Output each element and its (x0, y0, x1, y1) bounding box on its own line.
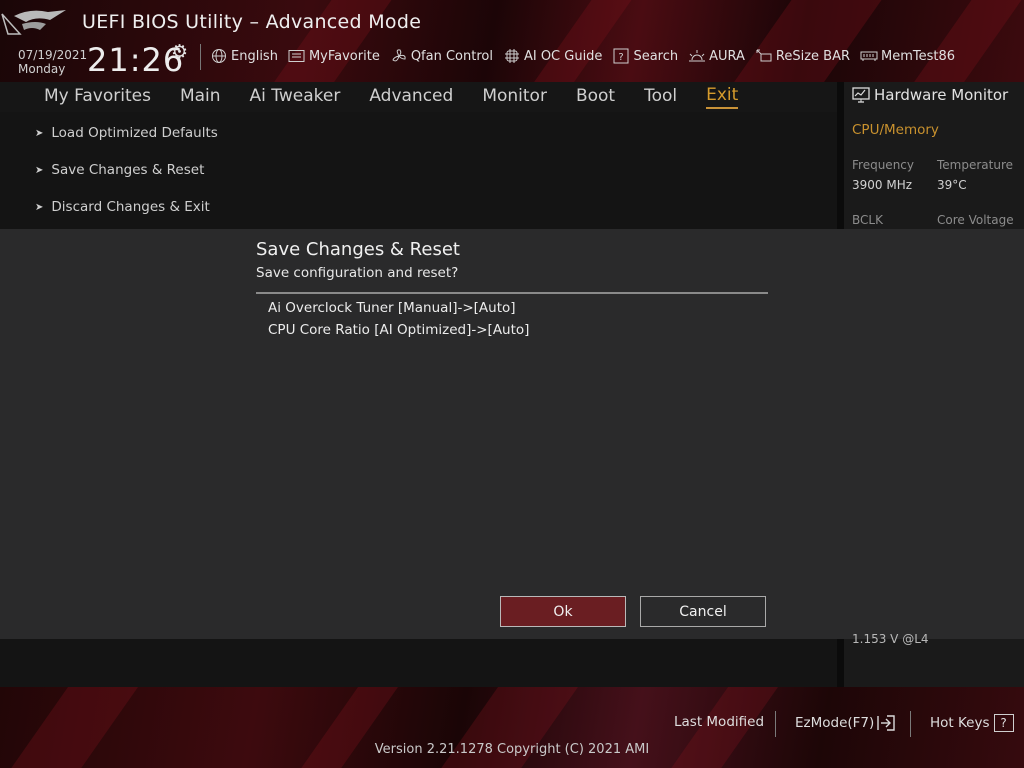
resize-bar-label: ReSize BAR (775, 48, 851, 64)
divider (910, 711, 911, 737)
temperature-value: 39°C (937, 178, 967, 192)
dialog-subtitle: Save configuration and reset? (256, 265, 459, 281)
search-help-icon: ? (612, 48, 630, 64)
memtest-icon (860, 48, 878, 64)
clock-display[interactable]: 21:26 (87, 41, 184, 79)
change-item: CPU Core Ratio [AI Optimized]->[Auto] (268, 322, 530, 338)
dialog-title: Save Changes & Reset (256, 239, 460, 260)
divider (775, 711, 776, 737)
gear-icon[interactable]: ⚙ (171, 41, 188, 63)
chevron-right-icon: ➤ (35, 164, 44, 176)
aura-button[interactable]: AURA (688, 48, 745, 64)
chevron-right-icon: ➤ (35, 127, 44, 139)
resize-bar-icon (755, 48, 773, 64)
ai-oc-guide-label: AI OC Guide (523, 48, 603, 64)
frequency-value: 3900 MHz (852, 178, 913, 192)
menu-item-save-changes-reset[interactable]: ➤ Save Changes & Reset (35, 162, 204, 178)
hot-keys-button[interactable]: Hot Keys ? (930, 714, 1014, 732)
app-title: UEFI BIOS Utility – Advanced Mode (82, 11, 422, 33)
tab-advanced[interactable]: Advanced (369, 86, 453, 108)
search-label: Search (633, 48, 679, 64)
memtest-label: MemTest86 (881, 48, 956, 64)
top-toolbar: English MyFavorite Qfan Control AI OC Gu… (210, 46, 965, 66)
memtest-button[interactable]: MemTest86 (860, 48, 955, 64)
menu-item-label: Discard Changes & Exit (51, 199, 210, 215)
search-button[interactable]: ? Search (612, 48, 678, 64)
hardware-monitor-title: Hardware Monitor (852, 86, 1008, 104)
menu-item-label: Save Changes & Reset (51, 162, 205, 178)
tab-my-favorites[interactable]: My Favorites (44, 86, 151, 108)
date-display: 07/19/2021 (18, 48, 88, 62)
resize-bar-button[interactable]: ReSize BAR (755, 48, 850, 64)
tab-monitor[interactable]: Monitor (482, 86, 547, 108)
ezmode-button[interactable]: EzMode(F7) (795, 714, 896, 732)
menu-item-discard-changes-exit[interactable]: ➤ Discard Changes & Exit (35, 199, 210, 215)
ezmode-label: EzMode(F7) (795, 715, 875, 731)
fan-icon (390, 48, 408, 64)
exit-arrow-icon (876, 714, 896, 732)
svg-text:?: ? (619, 52, 624, 63)
bclk-label: BCLK (852, 213, 883, 227)
monitor-icon (852, 87, 870, 103)
globe-icon (210, 48, 228, 64)
qfan-control-button[interactable]: Qfan Control (390, 48, 493, 64)
cancel-button[interactable]: Cancel (640, 596, 766, 627)
divider (200, 44, 201, 70)
temperature-label: Temperature (937, 158, 1014, 172)
favorite-icon (288, 48, 306, 64)
aura-label: AURA (709, 48, 745, 64)
tab-main[interactable]: Main (180, 86, 221, 108)
tab-boot[interactable]: Boot (576, 86, 615, 108)
hot-keys-label: Hot Keys (930, 715, 990, 731)
chevron-right-icon: ➤ (35, 201, 44, 213)
tab-exit[interactable]: Exit (706, 85, 739, 109)
menu-item-load-optimized-defaults[interactable]: ➤ Load Optimized Defaults (35, 125, 218, 141)
language-label: English (231, 48, 278, 64)
ok-button[interactable]: Ok (500, 596, 626, 627)
change-item: Ai Overclock Tuner [Manual]->[Auto] (268, 300, 516, 316)
save-changes-dialog (0, 229, 1024, 639)
tab-ai-tweaker[interactable]: Ai Tweaker (250, 86, 341, 108)
aura-icon (688, 48, 706, 64)
qfan-control-label: Qfan Control (410, 48, 493, 64)
main-tabs: My Favorites Main Ai Tweaker Advanced Mo… (0, 82, 837, 112)
frequency-label: Frequency (852, 158, 914, 172)
language-button[interactable]: English (210, 48, 278, 64)
ai-oc-guide-icon (503, 48, 521, 64)
header-bar: UEFI BIOS Utility – Advanced Mode 07/19/… (0, 0, 1024, 82)
ai-oc-guide-button[interactable]: AI OC Guide (503, 48, 602, 64)
myfavorite-label: MyFavorite (308, 48, 380, 64)
cpu-memory-section: CPU/Memory (852, 122, 939, 138)
version-text: Version 2.21.1278 Copyright (C) 2021 AMI (374, 742, 650, 757)
dialog-divider (256, 292, 768, 294)
rog-logo-icon (1, 10, 66, 35)
last-modified-button[interactable]: Last Modified (674, 714, 764, 730)
core-voltage-label: Core Voltage (937, 213, 1014, 227)
myfavorite-button[interactable]: MyFavorite (288, 48, 380, 64)
weekday-display: Monday (18, 62, 66, 76)
help-key-icon: ? (993, 714, 1014, 732)
hardware-monitor-title-label: Hardware Monitor (874, 86, 1009, 104)
menu-item-label: Load Optimized Defaults (51, 125, 218, 141)
core-voltage-value: 1.153 V @L4 (852, 632, 929, 646)
tab-tool[interactable]: Tool (644, 86, 677, 108)
